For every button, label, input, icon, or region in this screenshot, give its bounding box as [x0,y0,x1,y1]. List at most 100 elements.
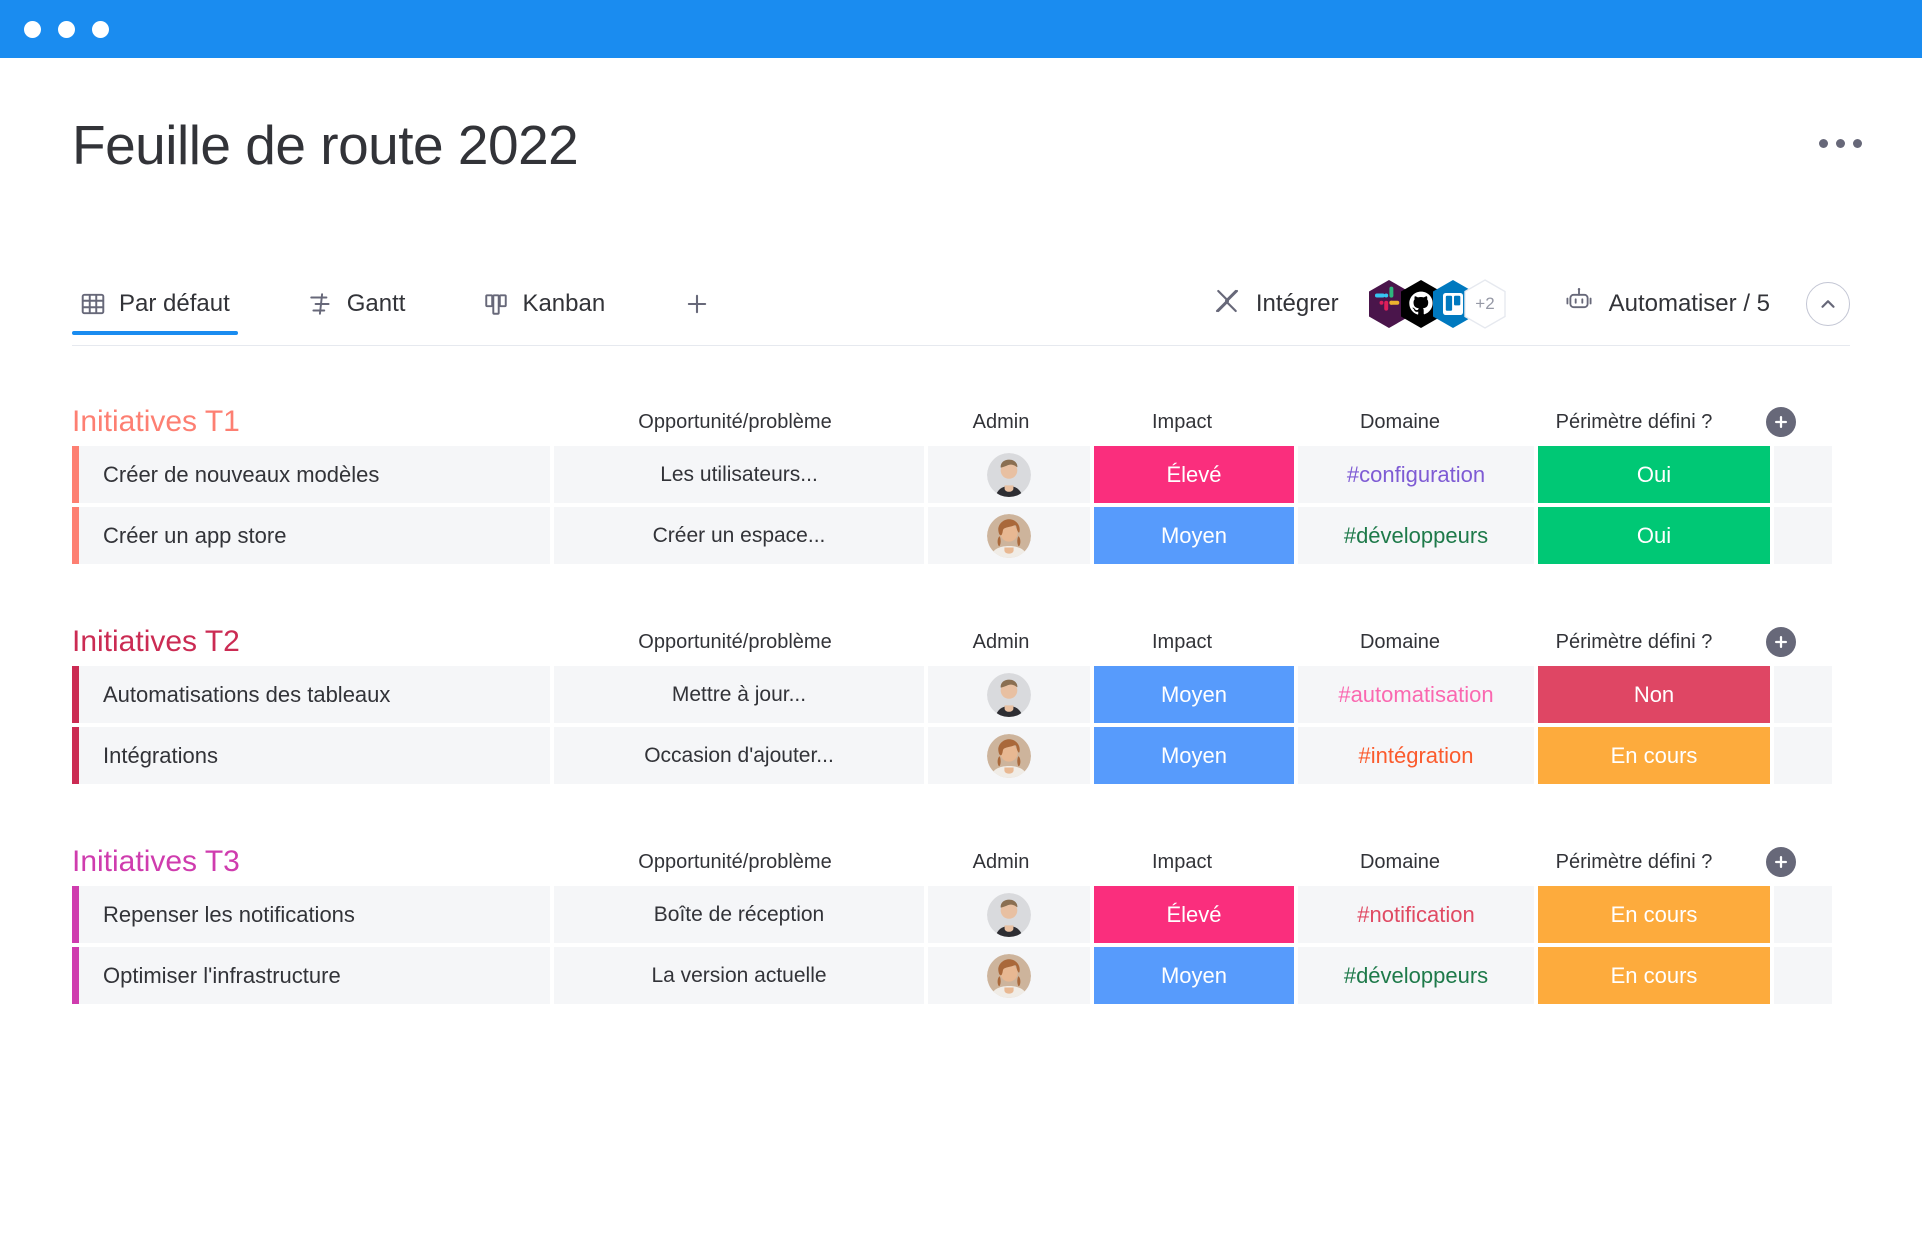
table-row[interactable]: Automatisations des tableaux Mettre à jou… [0,666,1922,723]
cell-opportunity[interactable]: Mettre à jour... [554,666,924,723]
automate-button[interactable]: Automatiser / 5 [1563,285,1770,324]
add-column-cell [1750,627,1812,657]
cell-admin[interactable] [928,446,1090,503]
cell-opportunity[interactable]: La version actuelle [554,947,924,1004]
column-header-scope[interactable]: Périmètre défini ? [1518,412,1750,432]
cell-scope[interactable]: Non [1538,666,1770,723]
cell-impact[interactable]: Moyen [1094,507,1294,564]
column-header-admin[interactable]: Admin [920,852,1082,872]
cell-domain-tag[interactable]: #développeurs [1298,507,1534,564]
cell-item-name[interactable]: Automatisations des tableaux [72,666,550,723]
cell-item-name[interactable]: Intégrations [72,727,550,784]
column-header-impact[interactable]: Impact [1082,632,1282,652]
integration-app-stack[interactable]: +2 [1367,279,1507,329]
avatar[interactable] [987,513,1031,558]
more-dot [1819,138,1828,148]
cell-scope[interactable]: Oui [1538,507,1770,564]
avatar[interactable] [987,452,1031,497]
cell-impact[interactable]: Élevé [1094,446,1294,503]
cell-domain-tag[interactable]: #développeurs [1298,947,1534,1004]
window-dot-minimize[interactable] [58,20,75,38]
cell-opportunity[interactable]: Créer un espace... [554,507,924,564]
cell-domain-tag[interactable]: #configuration [1298,446,1534,503]
impact-badge[interactable]: Élevé [1094,886,1294,943]
status-badge[interactable]: En cours [1538,947,1770,1004]
add-view-button[interactable] [675,274,719,334]
column-header-impact[interactable]: Impact [1082,412,1282,432]
status-badge[interactable]: Oui [1538,507,1770,564]
column-header-domain[interactable]: Domaine [1282,852,1518,872]
column-header-domain[interactable]: Domaine [1282,412,1518,432]
cell-scope[interactable]: Oui [1538,446,1770,503]
cell-domain-tag[interactable]: #notification [1298,886,1534,943]
cell-opportunity[interactable]: Occasion d'ajouter... [554,727,924,784]
impact-badge[interactable]: Moyen [1094,727,1294,784]
column-header-opportunity[interactable]: Opportunité/problème [550,852,920,872]
impact-badge[interactable]: Moyen [1094,947,1294,1004]
cell-domain-tag[interactable]: #automatisation [1298,666,1534,723]
cell-impact[interactable]: Élevé [1094,886,1294,943]
tab-gantt[interactable]: Gantt [300,274,414,334]
table-row[interactable]: Créer un app store Créer un espace... Moy… [0,507,1922,564]
add-column-button[interactable] [1766,627,1796,657]
table-row[interactable]: Intégrations Occasion d'ajouter... Moyen #… [0,727,1922,784]
avatar[interactable] [987,953,1031,998]
cell-scope[interactable]: En cours [1538,886,1770,943]
cell-domain-tag[interactable]: #intégration [1298,727,1534,784]
tab-kanban[interactable]: Kanban [475,274,613,334]
cell-item-name[interactable]: Créer de nouveaux modèles [72,446,550,503]
status-badge[interactable]: Oui [1538,446,1770,503]
cell-admin[interactable] [928,507,1090,564]
window-dot-close[interactable] [24,20,41,38]
cell-impact[interactable]: Moyen [1094,947,1294,1004]
column-header-scope[interactable]: Périmètre défini ? [1518,852,1750,872]
table-row[interactable]: Repenser les notifications Boîte de récep… [0,886,1922,943]
impact-badge[interactable]: Moyen [1094,666,1294,723]
cell-opportunity[interactable]: Boîte de réception [554,886,924,943]
cell-admin[interactable] [928,727,1090,784]
window-dot-maximize[interactable] [92,20,109,38]
add-column-button[interactable] [1766,847,1796,877]
status-badge[interactable]: Non [1538,666,1770,723]
avatar[interactable] [987,892,1031,937]
status-badge[interactable]: En cours [1538,886,1770,943]
cell-impact[interactable]: Moyen [1094,666,1294,723]
cell-item-name[interactable]: Optimiser l'infrastructure [72,947,550,1004]
cell-scope[interactable]: En cours [1538,947,1770,1004]
impact-badge[interactable]: Moyen [1094,507,1294,564]
cell-item-name[interactable]: Créer un app store [72,507,550,564]
avatar[interactable] [987,733,1031,778]
status-badge[interactable]: En cours [1538,727,1770,784]
group-title[interactable]: Initiatives T2 [72,627,550,657]
impact-badge[interactable]: Élevé [1094,446,1294,503]
cell-admin[interactable] [928,886,1090,943]
integrate-button[interactable]: Intégrer +2 [1212,279,1507,329]
column-header-admin[interactable]: Admin [920,412,1082,432]
cell-admin[interactable] [928,666,1090,723]
integration-overflow-badge[interactable]: +2 [1463,279,1507,329]
add-column-button[interactable] [1766,407,1796,437]
collapse-toolbar-button[interactable] [1806,282,1850,326]
group-title[interactable]: Initiatives T1 [72,407,550,437]
cell-admin[interactable] [928,947,1090,1004]
plus-icon [687,294,707,314]
plus-icon [1775,416,1787,428]
column-header-scope[interactable]: Périmètre défini ? [1518,632,1750,652]
cell-item-name[interactable]: Repenser les notifications [72,886,550,943]
more-options-button[interactable] [1819,129,1862,148]
kanban-icon [483,291,509,317]
column-header-impact[interactable]: Impact [1082,852,1282,872]
cell-scope[interactable]: En cours [1538,727,1770,784]
column-header-admin[interactable]: Admin [920,632,1082,652]
column-header-opportunity[interactable]: Opportunité/problème [550,412,920,432]
cell-opportunity[interactable]: Les utilisateurs... [554,446,924,503]
column-header-domain[interactable]: Domaine [1282,632,1518,652]
table-row[interactable]: Optimiser l'infrastructure La version act… [0,947,1922,1004]
table-row[interactable]: Créer de nouveaux modèles Les utilisateur… [0,446,1922,503]
group-title[interactable]: Initiatives T3 [72,847,550,877]
avatar[interactable] [987,672,1031,717]
cell-impact[interactable]: Moyen [1094,727,1294,784]
tab-par-defaut[interactable]: Par défaut [72,274,238,335]
column-header-opportunity[interactable]: Opportunité/problème [550,632,920,652]
svg-text:+2: +2 [1475,294,1494,313]
